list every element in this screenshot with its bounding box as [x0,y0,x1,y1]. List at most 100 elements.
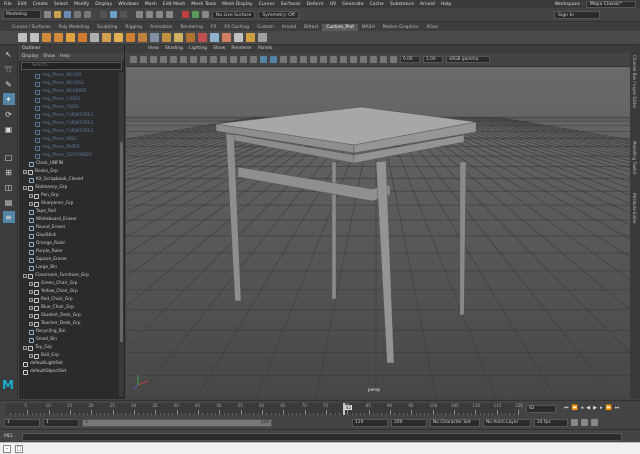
shelf-tab-fx[interactable]: FX [207,24,221,31]
outliner-menu-help[interactable]: Help [60,53,70,61]
shelf-tool-icon[interactable] [78,33,87,42]
move-tool-icon[interactable]: ✦ [2,93,15,105]
outliner-item[interactable]: img_Plane_BOOKS [19,72,119,80]
smooth-shade-icon[interactable] [270,56,277,63]
grease-pencil-icon[interactable] [180,56,187,63]
viewport-menu-panels[interactable]: Panels [258,45,272,53]
expand-toggle-icon[interactable]: + [23,170,27,174]
menu-mesh-tools[interactable]: Mesh Tools [191,2,216,7]
outliner-item[interactable]: Large_Bin [19,264,119,272]
expand-toggle-icon[interactable]: + [29,194,33,198]
gate-mask-icon[interactable] [220,56,227,63]
fps-field[interactable]: 24 fps [534,418,568,427]
minimize-icon[interactable]: – [3,444,11,453]
xray-joints-icon[interactable] [380,56,387,63]
rotate-tool-icon[interactable]: ⟳ [3,108,15,120]
outliner-item[interactable]: Recycling_Bin [19,328,119,336]
shelf-tab-curves-surfaces[interactable]: Curves / Surfaces [8,24,55,31]
time-track[interactable]: 5101520253035404550556065707580859095100… [6,403,523,415]
play-back-icon[interactable]: ◀ [586,405,590,411]
backface-icon[interactable] [390,56,397,63]
lasso-tool-icon[interactable]: ➰ [3,63,15,75]
step-back-icon[interactable]: ◂ [581,405,584,411]
channel-box-tab[interactable]: Channel Box / Layer Editor [632,55,637,108]
shelf-tool-icon[interactable] [90,33,99,42]
shelf-tool-icon[interactable] [258,33,267,42]
shelf-tab-rendering[interactable]: Rendering [176,24,206,31]
menu-display[interactable]: Display [95,2,112,7]
textured-icon[interactable] [290,56,297,63]
film-gate-icon[interactable] [200,56,207,63]
shelf-tool-icon[interactable] [198,33,207,42]
shelf-tab-motion-graphics[interactable]: Motion Graphics [379,24,423,31]
menu-modify[interactable]: Modify [74,2,89,7]
image-plane-icon[interactable] [160,56,167,63]
expand-toggle-icon[interactable]: + [29,282,33,286]
go-to-end-icon[interactable]: ⏭ [615,405,620,411]
sound-icon[interactable] [581,419,588,426]
outliner-item[interactable]: + Student_Desk_Grp [19,312,119,320]
step-forward-key-icon[interactable]: ⏩ [606,405,612,411]
scale-tool-icon[interactable]: ▣ [3,123,15,135]
menu-cache[interactable]: Cache [370,2,384,7]
shelf-tool-icon[interactable] [150,33,159,42]
outliner-item[interactable]: + Red_Chair_Grp [19,296,119,304]
shelf-tab-rigging[interactable]: Rigging [121,24,146,31]
menu-arnold[interactable]: Arnold [420,2,435,7]
outliner-item[interactable]: defaultLightSet [19,360,119,368]
menu-generate[interactable]: Generate [342,2,363,7]
outliner-item[interactable]: - Stationery_Grp [19,184,119,192]
restore-icon[interactable]: □ [15,444,23,453]
shelf-tool-icon[interactable] [126,33,135,42]
anti-aliasing-icon[interactable] [340,56,347,63]
undo-icon[interactable] [74,11,81,18]
menu-deform[interactable]: Deform [307,2,324,7]
render-icon[interactable] [182,11,189,18]
depth-of-field-icon[interactable] [350,56,357,63]
select-component-icon[interactable] [120,11,127,18]
viewport-menu-lighting[interactable]: Lighting [189,45,207,53]
isolate-select-icon[interactable] [360,56,367,63]
shelf-tab-custom[interactable]: Custom [253,24,278,31]
menu-surfaces[interactable]: Surfaces [281,2,301,7]
2d-pan-zoom-icon[interactable] [170,56,177,63]
expand-toggle-icon[interactable]: + [29,314,33,318]
outliner-item[interactable]: - Classroom_Furniture_Grp [19,272,119,280]
shelf-tab-fx-caching[interactable]: FX Caching [220,24,253,31]
outliner-item[interactable]: Orange_Ruler [19,240,119,248]
outliner-item[interactable]: img_Plane_BOOKPEE [19,88,119,96]
menu-mesh[interactable]: Mesh [145,2,157,7]
shelf-tool-icon[interactable] [114,33,123,42]
new-scene-icon[interactable] [44,11,51,18]
character-set-field[interactable]: No Character Set [430,418,480,427]
menu-help[interactable]: Help [441,2,451,7]
viewport-menu-view[interactable]: View [148,45,159,53]
shelf-tab-sculpting[interactable]: Sculpting [93,24,122,31]
outliner-item[interactable]: Square_Eraser [19,256,119,264]
outliner-item[interactable]: img_Plane_STATIONERY [19,152,119,160]
snap-grid-icon[interactable] [136,11,143,18]
attribute-editor-tab[interactable]: Attribute Editor [632,193,637,224]
anim-layer-field[interactable]: No Anim Layer [483,418,531,427]
menu-mesh-display[interactable]: Mesh Display [222,2,253,7]
outliner-item[interactable]: + Yellow_Chair_Grp [19,288,119,296]
shelf-tab-bifrost[interactable]: Bifrost [300,24,322,31]
shelf-tool-icon[interactable] [234,33,243,42]
shelf-tool-icon[interactable] [30,33,39,42]
modelling-toolkit-tab[interactable]: Modelling Toolkit [632,141,637,174]
shelf-tool-icon[interactable] [186,33,195,42]
outliner-item[interactable]: + Green_Chair_Grp [19,280,119,288]
perspective-viewport[interactable]: persp [126,67,630,399]
shelf-tool-icon[interactable] [222,33,231,42]
outliner-item[interactable]: + Books_Grp [19,168,119,176]
outliner-item[interactable]: + Ball_Grp [19,352,119,360]
redo-icon[interactable] [84,11,91,18]
expand-toggle-icon[interactable]: - [23,186,27,190]
outliner-menu-show[interactable]: Show [43,53,55,61]
field-chart-icon[interactable] [230,56,237,63]
layout-single-icon[interactable]: □ [3,151,15,163]
expand-toggle-icon[interactable]: + [29,306,33,310]
shelf-tool-icon[interactable] [162,33,171,42]
paint-select-icon[interactable]: ✎ [3,78,15,90]
viewport-menu-show[interactable]: Show [213,45,225,53]
